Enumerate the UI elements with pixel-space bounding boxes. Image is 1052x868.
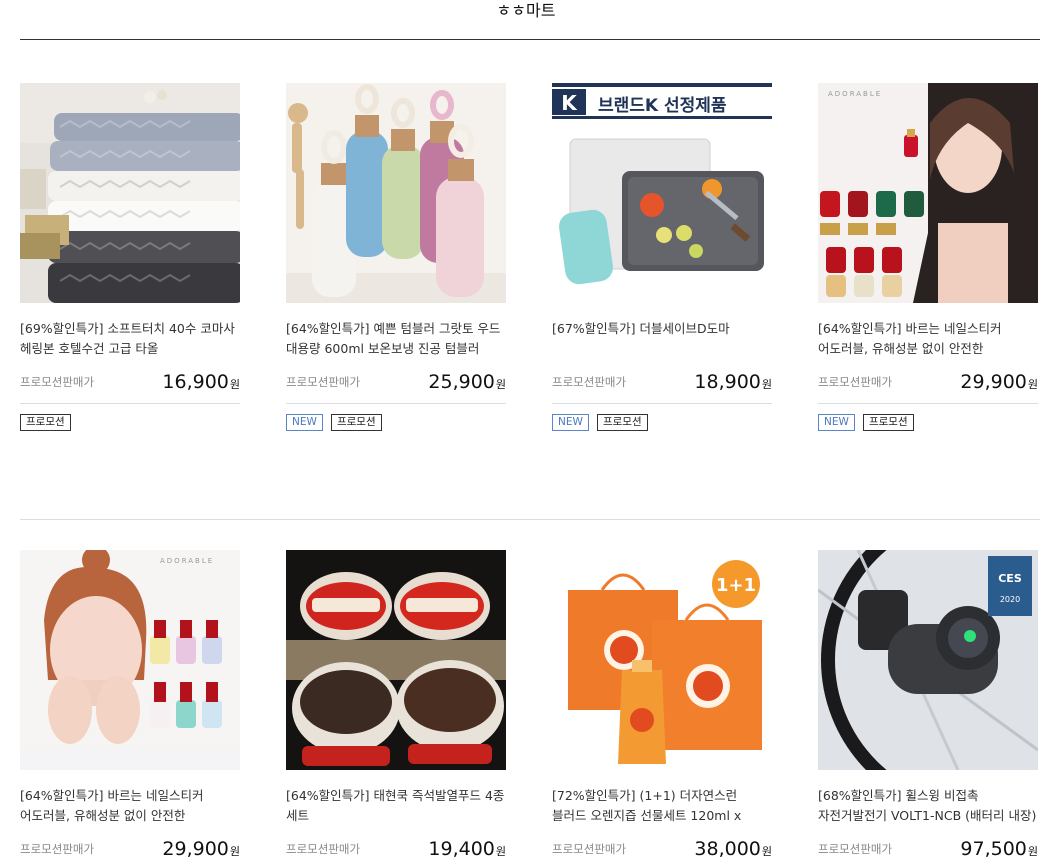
row-divider (20, 519, 1040, 520)
price-label: 프로모션판매가 (818, 842, 893, 856)
price-value: 18,900원 (694, 371, 772, 393)
product-name[interactable]: [64%할인특가] 예쁜 텀블러 그랏토 우드 대용량 600ml 보온보냉 진… (286, 319, 506, 359)
product-card[interactable]: ADORABLE [64%할인특가] 바르는 네일스티커 어도러블, 유해성분 … (20, 550, 240, 860)
product-name[interactable]: [72%할인특가] (1+1) 더자연스런 블러드 오렌지즙 선물세트 120m… (552, 786, 772, 826)
card-divider (818, 403, 1038, 404)
product-image-orange-juice[interactable]: 1+1 (552, 550, 772, 770)
badge-new: NEW (818, 414, 855, 431)
badge-promotion: 프로모션 (862, 414, 914, 431)
svg-text:K: K (561, 91, 578, 115)
product-name[interactable]: [67%할인특가] 더블세이브D도마 (552, 319, 772, 359)
product-name[interactable]: [69%할인특가] 소프트터치 40수 코마사 헤링본 호텔수건 고급 타올 (20, 319, 240, 359)
header-divider (20, 39, 1040, 40)
one-plus-one-badge: 1+1 (716, 575, 756, 596)
product-image-bike-generator[interactable]: CES 2020 (818, 550, 1038, 770)
price-value: 97,500원 (960, 838, 1038, 860)
product-card[interactable]: [64%할인특가] 태현쿡 즉석발열푸드 4종 세트 프로모션판매가 19,40… (286, 550, 506, 860)
product-name[interactable]: [64%할인특가] 바르는 네일스티커 어도러블, 유해성분 없이 안전한 AD… (818, 319, 1038, 359)
price-value: 38,000원 (694, 838, 772, 860)
product-image-nail-sticker-2[interactable]: ADORABLE (20, 550, 240, 770)
product-card[interactable]: CES 2020 [68%할인특가] 휠스윙 비접촉 자전거발전기 VOLT1-… (818, 550, 1038, 860)
svg-text:2020: 2020 (1000, 595, 1020, 604)
badge-promotion: 프로모션 (20, 414, 71, 431)
card-divider (552, 403, 772, 404)
price-value: 25,900원 (428, 371, 506, 393)
price-value: 29,900원 (960, 371, 1038, 393)
price-label: 프로모션판매가 (20, 375, 95, 389)
price-value: 29,900원 (162, 838, 240, 860)
page-title: ㅎㅎ마트 (496, 1, 556, 20)
price-label: 프로모션판매가 (286, 375, 361, 389)
product-image-food-set[interactable] (286, 550, 506, 770)
product-card[interactable]: K 브랜드K 선정제품 [67%할인특가] 더블세이브D도마 프로모션판매가 1… (552, 83, 772, 432)
badge-new: NEW (552, 414, 589, 431)
product-image-towels[interactable] (20, 83, 240, 303)
product-card[interactable]: 1+1 [72%할인특가] (1+1) 더자연스런 블러드 오렌지즙 선물세트 … (552, 550, 772, 860)
badge-new: NEW (286, 414, 323, 431)
card-divider (20, 403, 240, 404)
price-value: 16,900원 (162, 371, 240, 393)
product-image-tumblers[interactable] (286, 83, 506, 303)
price-label: 프로모션판매가 (818, 375, 893, 389)
price-label: 프로모션판매가 (552, 375, 627, 389)
price-value: 19,400원 (428, 838, 506, 860)
adorable-logo: ADORABLE (160, 557, 214, 565)
product-card[interactable]: ADORABLE [64%할인특가] 바르는 네일스티커 어도러블, 유해성분 … (818, 83, 1038, 432)
badge-promotion: 프로모션 (330, 414, 382, 431)
card-divider (286, 403, 506, 404)
product-name[interactable]: [64%할인특가] 태현쿡 즉석발열푸드 4종 세트 (286, 786, 506, 826)
product-name[interactable]: [64%할인특가] 바르는 네일스티커 어도러블, 유해성분 없이 안전한 AD… (20, 786, 240, 826)
price-label: 프로모션판매가 (20, 842, 95, 856)
ces-badge: CES (998, 572, 1022, 585)
adorable-logo: ADORABLE (828, 90, 882, 98)
product-image-nail-sticker[interactable]: ADORABLE (818, 83, 1038, 303)
price-label: 프로모션판매가 (552, 842, 627, 856)
product-image-cutting-board[interactable]: K 브랜드K 선정제품 (552, 83, 772, 303)
price-label: 프로모션판매가 (286, 842, 361, 856)
product-card[interactable]: [64%할인특가] 예쁜 텀블러 그랏토 우드 대용량 600ml 보온보냉 진… (286, 83, 506, 432)
brand-k-label: 브랜드K 선정제품 (598, 96, 727, 116)
badge-promotion: 프로모션 (596, 414, 648, 431)
product-card[interactable]: [69%할인특가] 소프트터치 40수 코마사 헤링본 호텔수건 고급 타올 프… (20, 83, 240, 432)
product-name[interactable]: [68%할인특가] 휠스윙 비접촉 자전거발전기 VOLT1-NCB (배터리 … (818, 786, 1038, 826)
